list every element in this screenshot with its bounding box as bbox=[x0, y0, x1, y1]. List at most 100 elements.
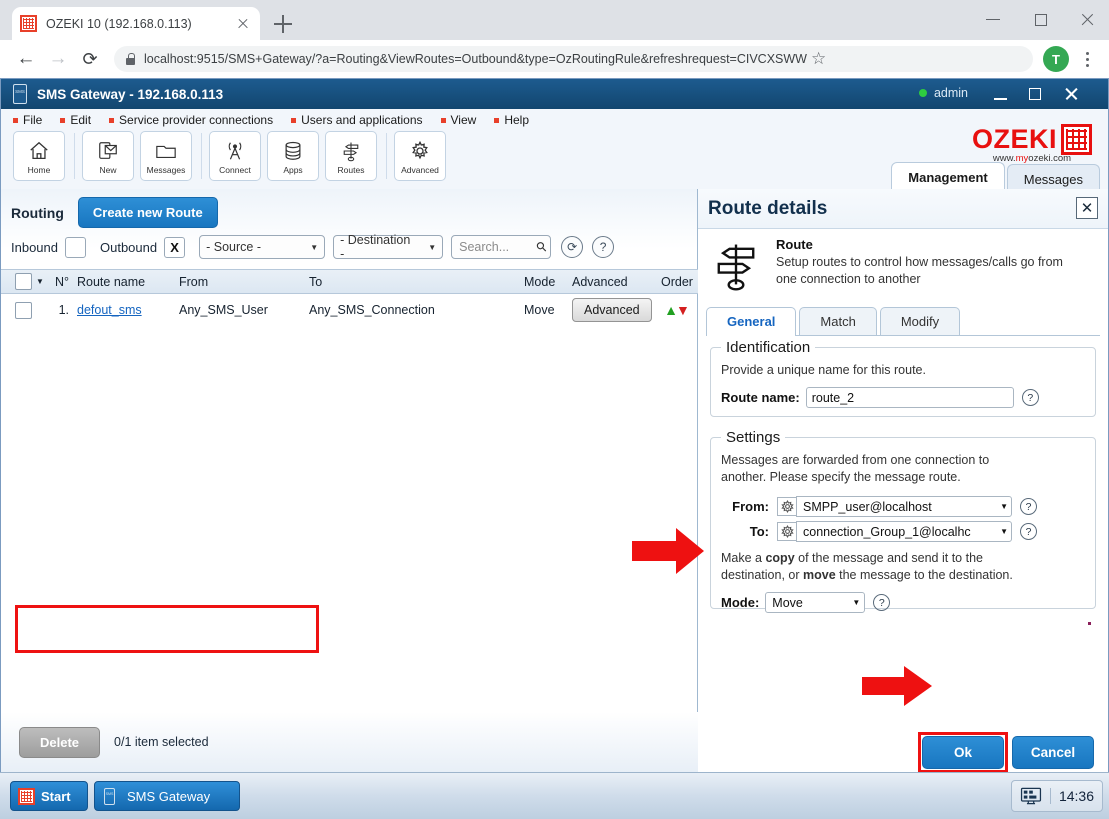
menu-users-and-applications[interactable]: Users and applications bbox=[291, 113, 423, 127]
tab-general[interactable]: General bbox=[706, 307, 797, 336]
menu-service-provider-connections[interactable]: Service provider connections bbox=[109, 113, 273, 127]
route-name-link[interactable]: defout_sms bbox=[77, 303, 142, 317]
route-details-footer-buttons: Ok Cancel bbox=[918, 732, 1094, 773]
refresh-icon[interactable]: ⟳ bbox=[561, 236, 584, 258]
search-placeholder: Search... bbox=[459, 240, 510, 254]
menu-file[interactable]: File bbox=[13, 113, 42, 127]
back-icon[interactable]: ← bbox=[10, 43, 42, 75]
monitor-icon[interactable] bbox=[1020, 787, 1042, 805]
table-row[interactable]: 1. defout_sms Any_SMS_User Any_SMS_Conne… bbox=[1, 294, 698, 326]
bookmark-star-icon[interactable]: ☆ bbox=[807, 46, 833, 72]
annotation-arrow-ok-icon bbox=[862, 666, 932, 711]
menu-edit[interactable]: Edit bbox=[60, 113, 91, 127]
settings-group: Settings Messages are forwarded from one… bbox=[710, 429, 1096, 613]
cancel-button[interactable]: Cancel bbox=[1012, 736, 1094, 769]
settings-legend: Settings bbox=[726, 429, 781, 446]
menu-help[interactable]: Help bbox=[494, 113, 529, 127]
taskbar: Start SMS Gateway 14:36 bbox=[0, 772, 1109, 819]
help-icon[interactable]: ? bbox=[1021, 389, 1039, 406]
ozeki-start-icon bbox=[18, 787, 35, 805]
to-row: To: connection_Group_1@localhc ▼ ? bbox=[721, 521, 1085, 542]
destination-filter-select[interactable]: - Destination - ▼ bbox=[333, 233, 444, 261]
move-down-icon[interactable]: ▼ bbox=[676, 302, 690, 318]
row-advanced-cell: Advanced bbox=[572, 298, 657, 322]
menu-bullet-icon bbox=[291, 117, 297, 123]
annotation-arrow-fields-icon bbox=[632, 528, 704, 579]
toolbar-home-button[interactable]: Home bbox=[13, 131, 65, 181]
toolbar-advanced-label: Advanced bbox=[401, 165, 439, 175]
close-tab-icon[interactable] bbox=[234, 15, 252, 33]
route-name-label: Route name: bbox=[721, 390, 800, 405]
from-select[interactable]: SMPP_user@localhost ▼ bbox=[796, 496, 1012, 517]
browser-maximize-button[interactable] bbox=[1022, 8, 1060, 32]
route-details-hero: Route Setup routes to control how messag… bbox=[708, 237, 1064, 298]
app-minimize-button[interactable] bbox=[986, 83, 1016, 105]
toolbar-home-label: Home bbox=[27, 165, 51, 175]
toolbar-messages-button[interactable]: Messages bbox=[140, 131, 192, 181]
route-name-input[interactable]: route_2 bbox=[805, 387, 1014, 408]
row-checkbox[interactable] bbox=[15, 301, 32, 319]
routes-icon bbox=[340, 137, 362, 164]
reload-icon[interactable]: ⟳ bbox=[74, 43, 106, 75]
chevron-down-icon: ▼ bbox=[1000, 527, 1008, 536]
tab-modify[interactable]: Modify bbox=[879, 307, 961, 335]
menu-view[interactable]: View bbox=[440, 113, 477, 127]
column-from: From bbox=[179, 274, 209, 289]
start-button[interactable]: Start bbox=[10, 781, 88, 811]
taskbar-item-sms-gateway[interactable]: SMS Gateway bbox=[94, 781, 240, 811]
search-input[interactable]: Search... ⚲ bbox=[451, 235, 552, 259]
new-tab-icon[interactable] bbox=[272, 13, 294, 35]
create-new-route-button[interactable]: Create new Route bbox=[77, 197, 218, 228]
menu-users-and-applications-label: Users and applications bbox=[301, 113, 423, 127]
source-filter-select[interactable]: - Source - ▼ bbox=[199, 235, 326, 259]
system-tray: 14:36 bbox=[1010, 780, 1103, 812]
select-all-checkbox[interactable] bbox=[15, 273, 32, 290]
to-select[interactable]: connection_Group_1@localhc ▼ bbox=[796, 521, 1012, 542]
gear-icon[interactable] bbox=[777, 522, 796, 541]
help-icon[interactable]: ? bbox=[873, 594, 891, 611]
mode-value: Move bbox=[772, 595, 803, 610]
help-icon[interactable]: ? bbox=[1020, 523, 1037, 540]
column-order: Order bbox=[661, 274, 693, 289]
ok-button[interactable]: Ok bbox=[922, 736, 1004, 769]
browser-tabstrip: OZEKI 10 (192.168.0.113) bbox=[0, 0, 1109, 40]
column-route-name: Route name bbox=[77, 274, 146, 289]
toolbar-apps-button[interactable]: Apps bbox=[267, 131, 319, 181]
forward-icon[interactable]: → bbox=[42, 43, 74, 75]
address-bar[interactable]: localhost:9515/SMS+Gateway/?a=Routing&Vi… bbox=[114, 46, 1033, 72]
browser-close-button[interactable] bbox=[1068, 8, 1106, 32]
inbound-checkbox[interactable] bbox=[65, 236, 86, 258]
ok-button-wrap: Ok bbox=[918, 732, 1008, 773]
screen-root: OZEKI 10 (192.168.0.113) ← → ⟳ localhost… bbox=[0, 0, 1109, 819]
help-icon[interactable]: ? bbox=[1020, 498, 1037, 515]
advanced-button[interactable]: Advanced bbox=[572, 298, 652, 322]
profile-avatar[interactable]: T bbox=[1043, 46, 1069, 72]
toolbar-connect-button[interactable]: Connect bbox=[209, 131, 261, 181]
row-select-cell bbox=[1, 301, 47, 319]
help-icon[interactable]: ? bbox=[592, 236, 615, 258]
browser-tab[interactable]: OZEKI 10 (192.168.0.113) bbox=[12, 7, 260, 40]
toolbar-routes-button[interactable]: Routes bbox=[325, 131, 377, 181]
gear-icon[interactable] bbox=[777, 497, 796, 516]
select-all-cell: ▼ bbox=[1, 273, 47, 290]
routing-label: Routing bbox=[11, 204, 64, 221]
toolbar-new-button[interactable]: New bbox=[82, 131, 134, 181]
identification-group: Identification Provide a unique name for… bbox=[710, 339, 1096, 417]
app-maximize-button[interactable] bbox=[1020, 83, 1050, 105]
browser-minimize-button[interactable] bbox=[974, 8, 1012, 32]
url-text: localhost:9515/SMS+Gateway/?a=Routing&Vi… bbox=[144, 52, 807, 66]
chevron-down-icon[interactable]: ▼ bbox=[36, 277, 44, 286]
chevron-down-icon: ▼ bbox=[428, 242, 437, 252]
browser-menu-icon[interactable] bbox=[1075, 45, 1099, 73]
outbound-checkbox[interactable]: X bbox=[164, 236, 186, 258]
toolbar-advanced-button[interactable]: Advanced bbox=[394, 131, 446, 181]
delete-button[interactable]: Delete bbox=[19, 726, 101, 758]
menu-view-label: View bbox=[450, 113, 477, 127]
mode-select[interactable]: Move ▼ bbox=[765, 592, 866, 613]
tab-match[interactable]: Match bbox=[799, 307, 877, 335]
row-route-name-cell: defout_sms bbox=[69, 303, 179, 317]
routes-icon bbox=[708, 237, 764, 298]
app-close-button[interactable] bbox=[1056, 83, 1086, 105]
toolbar-routes-label: Routes bbox=[337, 165, 365, 175]
close-icon[interactable]: ✕ bbox=[1076, 197, 1098, 219]
